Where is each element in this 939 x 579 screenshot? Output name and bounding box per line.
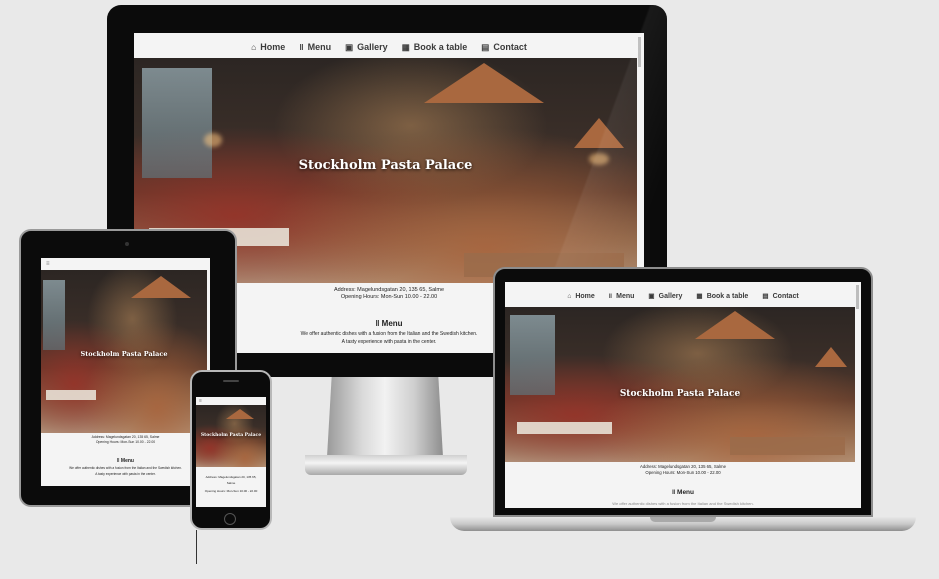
laptop-hero-title: Stockholm Pasta Palace <box>619 389 741 399</box>
phone-cable <box>196 530 197 564</box>
tablet-menu-heading: ǁ Menu <box>117 458 134 464</box>
laptop: ⌂ Home ǁ Menu ▣ Gallery ▦ Book a table ▤ Cont… <box>493 267 873 517</box>
fork-knife-icon: ǁ <box>608 292 613 300</box>
laptop-menu-heading: ǁ Menu <box>671 489 695 496</box>
phone-address-1: Address: Magelundsgatan 20, 135 65, <box>205 475 257 479</box>
nav-gallery[interactable]: ▣ Gallery <box>345 42 388 53</box>
monitor-base <box>305 455 467 475</box>
phone-hero-title: Stockholm Pasta Palace <box>200 433 262 438</box>
nav-book-table[interactable]: ▦ Book a table <box>402 42 468 53</box>
nav-menu[interactable]: ǁ Menu <box>299 42 331 52</box>
contact-icon: ▤ <box>762 293 769 300</box>
phone-hours: Opening Hours: Mon-Sun 10.00 - 22.00 <box>204 489 258 493</box>
phone-hero-image: Stockholm Pasta Palace <box>196 405 266 467</box>
tablet-screen: ≡ Stockholm Pasta Palace Address: Magelu… <box>41 258 210 486</box>
laptop-menu-text: We offer authentic dishes with a fusion … <box>612 501 754 506</box>
home-icon: ⌂ <box>251 42 257 52</box>
phone-speaker <box>223 380 239 382</box>
calendar-icon: ▦ <box>696 293 703 300</box>
laptop-hero-image: Stockholm Pasta Palace <box>505 307 855 462</box>
home-icon: ⌂ <box>567 292 572 300</box>
monitor-stand <box>327 377 443 457</box>
hamburger-icon[interactable]: ≡ <box>199 398 202 404</box>
calendar-icon: ▦ <box>401 41 410 52</box>
scrollbar[interactable] <box>856 285 859 309</box>
tablet-camera <box>125 242 129 246</box>
laptop-address: Address: Magelundsgatan 20, 135 65, Salm… <box>640 464 726 469</box>
gallery-icon: ▣ <box>648 293 655 300</box>
nav-contact[interactable]: ▤ Contact <box>762 292 798 301</box>
laptop-notch <box>650 517 716 522</box>
tablet-hero-image: Stockholm Pasta Palace <box>41 270 207 433</box>
tablet-menu-text-2: A tasty experience with pasta in the cen… <box>95 472 156 476</box>
nav-home[interactable]: ⌂ Home <box>567 293 594 300</box>
contact-icon: ▤ <box>481 41 490 52</box>
nav-menu[interactable]: ǁ Menu <box>609 293 635 300</box>
laptop-screen: ⌂ Home ǁ Menu ▣ Gallery ▦ Book a table ▤ Cont… <box>505 282 861 508</box>
nav-contact[interactable]: ▤ Contact <box>481 42 527 53</box>
tablet-address: Address: Magelundsgatan 20, 135 65, Salm… <box>91 435 160 439</box>
phone: ≡ Stockholm Pasta Palace Address: Magelu… <box>190 370 272 530</box>
nav-home[interactable]: ⌂ Home <box>251 42 285 52</box>
hamburger-icon[interactable]: ≡ <box>46 261 50 267</box>
tablet-menu-text-1: We offer authentic dishes with a fusion … <box>69 466 182 470</box>
gallery-icon: ▣ <box>345 41 354 52</box>
tablet-hours: Opening Hours: Mon-Sun 10.00 - 22.00 <box>95 440 156 444</box>
phone-address-2: Salme <box>226 481 236 485</box>
laptop-nav: ⌂ Home ǁ Menu ▣ Gallery ▦ Book a table ▤ Cont… <box>505 290 861 302</box>
tablet-hero-title: Stockholm Pasta Palace <box>80 350 168 358</box>
nav-gallery[interactable]: ▣ Gallery <box>648 292 682 301</box>
laptop-hours: Opening Hours: Mon-Sun 10.00 - 22.00 <box>645 470 721 475</box>
fork-knife-icon: ǁ <box>299 42 304 52</box>
phone-home-button[interactable] <box>224 513 236 525</box>
phone-screen: ≡ Stockholm Pasta Palace Address: Magelu… <box>196 397 266 507</box>
nav-book-table[interactable]: ▦ Book a table <box>696 292 748 301</box>
